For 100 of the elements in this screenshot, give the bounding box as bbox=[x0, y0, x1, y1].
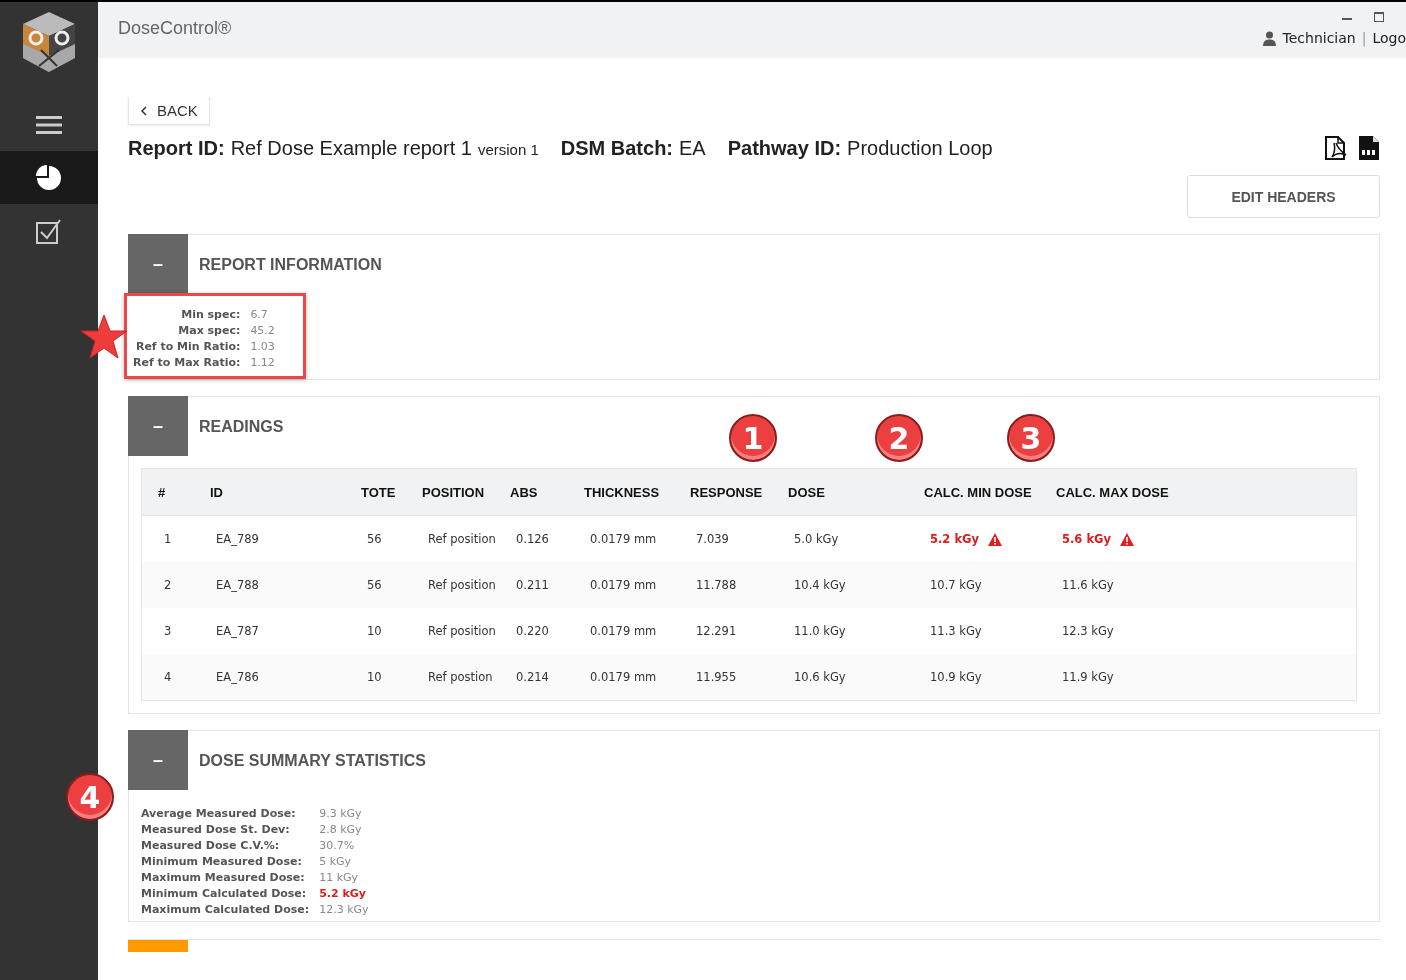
table-cell: 4 bbox=[141, 654, 204, 701]
table-cell: EA_789 bbox=[204, 515, 355, 562]
field-label: Report ID: bbox=[128, 136, 225, 160]
table-cell: 7.039 bbox=[684, 515, 782, 562]
table-cell: 10.6 kGy bbox=[782, 654, 918, 701]
statistic-value: 5 kGy bbox=[319, 854, 353, 870]
table-cell: 5.0 kGy bbox=[782, 515, 918, 562]
user-name: Technician bbox=[1282, 30, 1356, 46]
star-icon bbox=[80, 314, 128, 360]
statistic-value: 2.8 kGy bbox=[319, 822, 363, 838]
field-label: DSM Batch: bbox=[560, 136, 673, 160]
section-toggle[interactable] bbox=[128, 940, 188, 952]
statistic-value: 11 kGy bbox=[319, 870, 360, 886]
warning-icon bbox=[987, 532, 1002, 546]
statistic-value: 5.2 kGy bbox=[319, 886, 367, 902]
statistic-label: Maximum Measured Dose: bbox=[141, 870, 306, 886]
statistic-label: Maximum Calculated Dose: bbox=[141, 902, 310, 918]
maximize-icon[interactable] bbox=[1374, 12, 1384, 22]
column-header: ID bbox=[204, 468, 355, 516]
callout-badge: 4 bbox=[66, 773, 114, 821]
section-title: REPORT INFORMATION bbox=[199, 255, 382, 274]
edit-headers-button[interactable]: EDIT HEADERS bbox=[1187, 175, 1380, 218]
collapse-button[interactable]: – bbox=[128, 396, 188, 456]
info-value: 45.2 bbox=[250, 323, 275, 339]
table-cell: 0.0179 mm bbox=[578, 515, 684, 562]
table-cell: 11.788 bbox=[684, 562, 782, 608]
xls-file-icon[interactable] bbox=[1358, 135, 1380, 161]
field-label: Pathway ID: bbox=[727, 136, 842, 160]
field-value: Production Loop bbox=[847, 136, 993, 160]
table-cell: 10.9 kGy bbox=[918, 654, 1050, 701]
info-value: 1.03 bbox=[250, 339, 275, 355]
table-cell: 0.0179 mm bbox=[578, 654, 684, 701]
callout-badge: 3 bbox=[1007, 414, 1055, 462]
pie-chart-icon bbox=[36, 164, 62, 191]
column-header: DOSE bbox=[782, 468, 918, 516]
callout-badge: 1 bbox=[729, 414, 777, 462]
version-label: version 1 bbox=[477, 140, 539, 158]
info-value: 6.7 bbox=[250, 307, 269, 323]
statistic-value: 9.3 kGy bbox=[319, 806, 363, 822]
statistic-label: Average Measured Dose: bbox=[141, 806, 297, 822]
column-header: POSITION bbox=[416, 468, 504, 516]
section-title: READINGS bbox=[199, 417, 284, 436]
field-value: EA bbox=[679, 136, 706, 160]
column-header: # bbox=[141, 468, 204, 516]
table-cell: 5.2 kGy bbox=[918, 515, 1050, 562]
table-cell: Ref postion bbox=[416, 654, 504, 701]
sidebar-item[interactable] bbox=[0, 151, 98, 204]
back-button[interactable]: BACK bbox=[128, 97, 210, 125]
user-icon bbox=[1261, 30, 1277, 46]
table-cell: 10.7 kGy bbox=[918, 562, 1050, 608]
statistic-label: Minimum Measured Dose: bbox=[141, 854, 303, 870]
table-cell: 2 bbox=[141, 562, 204, 608]
checkbox-icon bbox=[36, 217, 62, 244]
field-value: Ref Dose Example report 1 bbox=[230, 136, 472, 160]
column-header: TOTE bbox=[355, 468, 416, 516]
table-cell: Ref position bbox=[416, 515, 504, 562]
column-header: CALC. MAX DOSE bbox=[1050, 468, 1216, 516]
table-cell: 0.214 bbox=[504, 654, 578, 701]
info-value: 1.12 bbox=[250, 355, 275, 371]
app-title: DoseControl® bbox=[118, 17, 232, 39]
statistic-value: 12.3 kGy bbox=[319, 902, 369, 918]
logout-link[interactable]: Logo bbox=[1372, 30, 1406, 46]
column-header: THICKNESS bbox=[578, 468, 684, 516]
table-cell: EA_788 bbox=[204, 562, 355, 608]
info-label: Min spec: bbox=[180, 307, 241, 323]
table-cell: 1 bbox=[141, 515, 204, 562]
table-cell: 56 bbox=[355, 562, 416, 608]
table-cell: 11.0 kGy bbox=[782, 608, 918, 654]
pdf-file-icon[interactable] bbox=[1324, 135, 1348, 161]
table-cell: 0.211 bbox=[504, 562, 578, 608]
callout-badge: 2 bbox=[875, 414, 923, 462]
statistic-value: 30.7% bbox=[319, 838, 356, 854]
table-cell: 12.291 bbox=[684, 608, 782, 654]
statistic-label: Measured Dose St. Dev: bbox=[141, 822, 291, 838]
table-cell: EA_787 bbox=[204, 608, 355, 654]
table-cell: 5.6 kGy bbox=[1050, 515, 1216, 562]
column-header: CALC. MIN DOSE bbox=[918, 468, 1050, 516]
table-cell: 12.3 kGy bbox=[1050, 608, 1216, 654]
table-cell: 56 bbox=[355, 515, 416, 562]
table-cell: 11.955 bbox=[684, 654, 782, 701]
statistic-label: Measured Dose C.V.%: bbox=[141, 838, 281, 854]
table-cell: 10 bbox=[355, 654, 416, 701]
table-cell: Ref position bbox=[416, 562, 504, 608]
statistic-label: Minimum Calculated Dose: bbox=[141, 886, 308, 902]
info-label: Ref to Max Ratio: bbox=[133, 355, 241, 371]
table-cell: 11.9 kGy bbox=[1050, 654, 1216, 701]
table-cell: 0.0179 mm bbox=[578, 562, 684, 608]
table-cell: 0.220 bbox=[504, 608, 578, 654]
table-cell: EA_786 bbox=[204, 654, 355, 701]
table-cell: 0.126 bbox=[504, 515, 578, 562]
section-title: DOSE SUMMARY STATISTICS bbox=[199, 751, 426, 770]
table-cell: 11.3 kGy bbox=[918, 608, 1050, 654]
info-label: Max spec: bbox=[177, 323, 241, 339]
table-cell: 3 bbox=[141, 608, 204, 654]
menu-icon bbox=[36, 114, 62, 135]
collapse-button[interactable]: – bbox=[128, 730, 188, 790]
table-cell: 11.6 kGy bbox=[1050, 562, 1216, 608]
column-header: ABS bbox=[504, 468, 578, 516]
collapse-button[interactable]: – bbox=[128, 234, 188, 294]
info-label: Ref to Min Ratio: bbox=[134, 339, 241, 355]
